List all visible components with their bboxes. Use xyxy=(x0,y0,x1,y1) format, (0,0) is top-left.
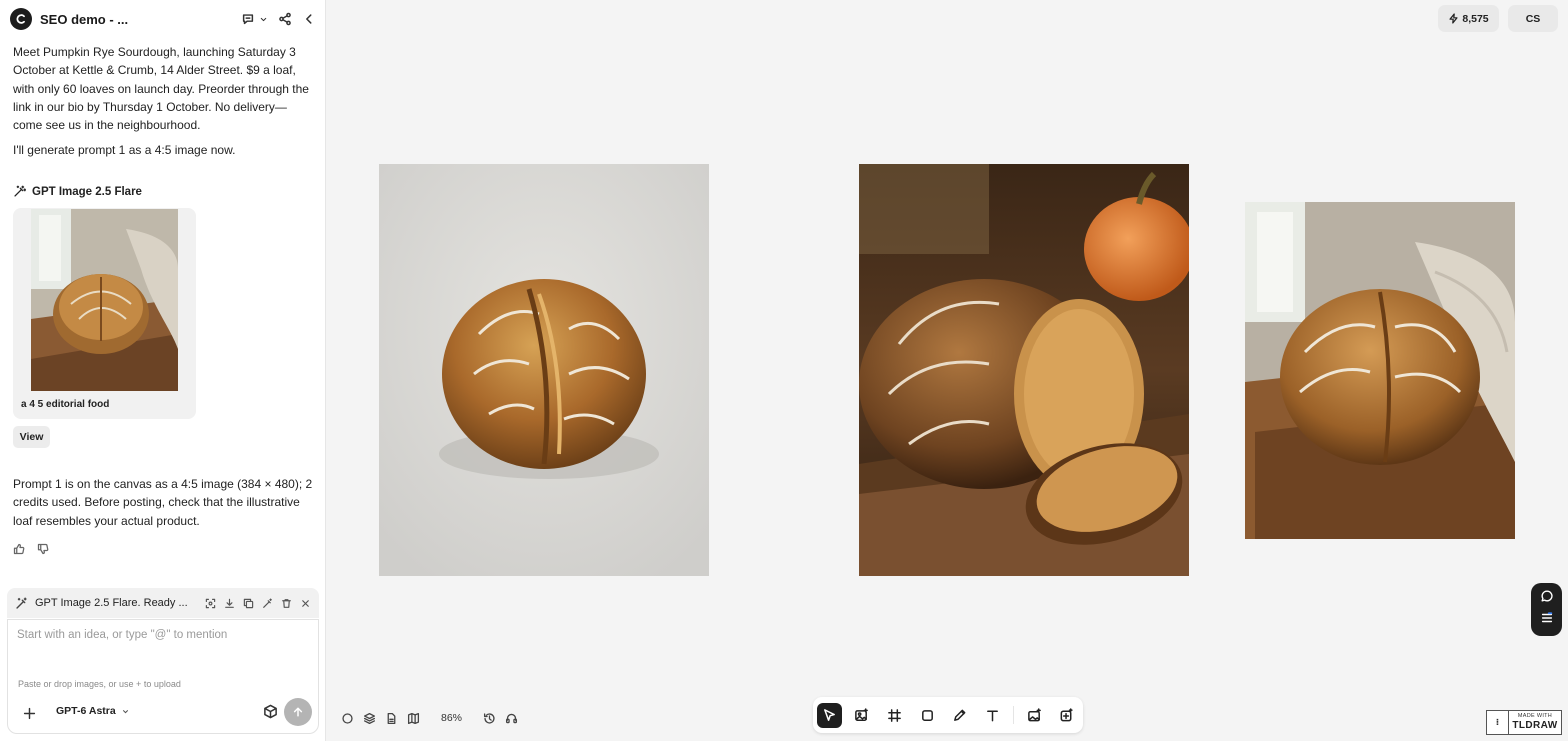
canvas-image-loaf-grey[interactable] xyxy=(379,164,709,576)
assistant-message-result: Prompt 1 is on the canvas as a 4:5 image… xyxy=(13,477,313,528)
chevron-down-icon[interactable] xyxy=(259,15,268,24)
credits-badge[interactable]: 8,575 xyxy=(1438,5,1499,32)
active-tool-bar: GPT Image 2.5 Flare. Ready ... xyxy=(7,588,319,618)
copy-icon[interactable] xyxy=(243,598,254,609)
add-attachment-button[interactable] xyxy=(20,704,38,722)
list-icon[interactable] xyxy=(1540,611,1554,630)
rectangle-tool[interactable] xyxy=(915,703,940,728)
tool-name: GPT Image 2.5 Flare xyxy=(32,185,142,198)
generation-caption: a 4 5 editorial food xyxy=(21,399,110,410)
pencil-icon xyxy=(954,709,966,721)
headset-icon[interactable] xyxy=(505,712,518,725)
sparkle-wand-icon xyxy=(15,597,28,610)
chat-history-icon[interactable] xyxy=(241,12,255,26)
text-tool[interactable] xyxy=(980,703,1005,728)
send-button[interactable] xyxy=(284,698,312,726)
active-tool-status: GPT Image 2.5 Flare. Ready ... xyxy=(35,597,188,609)
focus-icon[interactable] xyxy=(205,598,216,609)
user-avatar[interactable]: CS xyxy=(1508,5,1558,32)
generation-card[interactable]: a 4 5 editorial food xyxy=(13,208,196,419)
frame-tool[interactable] xyxy=(882,703,907,728)
chat-bubble-icon[interactable] xyxy=(1540,589,1554,608)
upload-hint: Paste or drop images, or use + to upload xyxy=(18,679,181,689)
project-title[interactable]: SEO demo - ... xyxy=(40,12,128,27)
assistant-message-status: I'll generate prompt 1 as a 4:5 image no… xyxy=(13,143,236,157)
badge-brand: TLDRAW xyxy=(1512,719,1558,731)
generation-thumbnail[interactable] xyxy=(31,209,178,391)
select-tool[interactable] xyxy=(817,702,842,728)
ai-generate-tool[interactable] xyxy=(1054,703,1079,728)
magic-wand-icon xyxy=(14,185,26,197)
image-sparkle-icon xyxy=(1027,707,1041,721)
toolbar-divider xyxy=(1012,706,1014,724)
edit-wand-icon[interactable] xyxy=(262,597,273,609)
cursor-icon xyxy=(823,708,835,721)
sidebar-header: SEO demo - ... xyxy=(0,0,326,38)
lightning-icon xyxy=(1449,13,1458,24)
layers-icon[interactable] xyxy=(363,712,376,725)
canvas-view-controls: 86% xyxy=(341,709,518,727)
canvas-toolbar xyxy=(813,697,1083,733)
history-icon[interactable] xyxy=(483,712,496,725)
draw-tool[interactable] xyxy=(948,703,973,728)
floating-chat-panel xyxy=(1531,583,1562,636)
view-button[interactable]: View xyxy=(13,426,50,448)
zoom-level[interactable]: 86% xyxy=(441,712,462,724)
share-icon[interactable] xyxy=(278,12,292,26)
chevron-down-icon xyxy=(122,709,128,713)
map-icon[interactable] xyxy=(407,712,420,725)
thumbs-down-icon[interactable] xyxy=(37,543,49,555)
badge-made-with: MADE WITH xyxy=(1517,713,1553,720)
model-selector[interactable]: GPT-6 Astra xyxy=(56,705,130,717)
credits-count: 8,575 xyxy=(1462,12,1489,25)
arrow-up-icon xyxy=(293,707,303,717)
feedback-actions xyxy=(13,543,49,555)
cube-icon[interactable] xyxy=(263,704,279,720)
document-icon[interactable] xyxy=(385,712,398,725)
square-icon xyxy=(921,709,933,721)
circle-icon[interactable] xyxy=(341,712,354,725)
plus-icon xyxy=(23,707,35,719)
sparkle-box-icon xyxy=(1060,707,1073,721)
close-icon[interactable] xyxy=(300,598,311,609)
canvas-image-loaf-sliced-pumpkin[interactable] xyxy=(859,164,1189,576)
trash-icon[interactable] xyxy=(281,598,292,609)
image-generate-tool[interactable] xyxy=(850,703,875,728)
made-with-tldraw-badge[interactable]: ⁝ MADE WITH TLDRAW xyxy=(1486,710,1562,735)
prompt-composer: Paste or drop images, or use + to upload… xyxy=(7,619,319,734)
download-icon[interactable] xyxy=(224,598,235,609)
tool-call-header: GPT Image 2.5 Flare xyxy=(13,185,142,198)
model-name: GPT-6 Astra xyxy=(56,705,116,717)
assistant-message-copy: Meet Pumpkin Rye Sourdough, launching Sa… xyxy=(13,45,309,133)
text-icon xyxy=(987,710,998,721)
thumbs-up-icon[interactable] xyxy=(13,543,25,555)
collapse-sidebar-icon[interactable] xyxy=(302,12,316,26)
prompt-input[interactable] xyxy=(17,629,307,641)
hash-icon xyxy=(888,708,901,722)
chat-sidebar: SEO demo - ... Meet Pumpkin Rye Sourdoug… xyxy=(0,0,326,741)
tldraw-logo-icon: ⁝ xyxy=(1487,711,1509,734)
image-plus-icon xyxy=(855,707,869,721)
app-logo-icon[interactable] xyxy=(10,8,32,30)
canvas-image-loaf-board-cloth[interactable] xyxy=(1245,202,1515,539)
image-edit-tool[interactable] xyxy=(1022,703,1047,728)
